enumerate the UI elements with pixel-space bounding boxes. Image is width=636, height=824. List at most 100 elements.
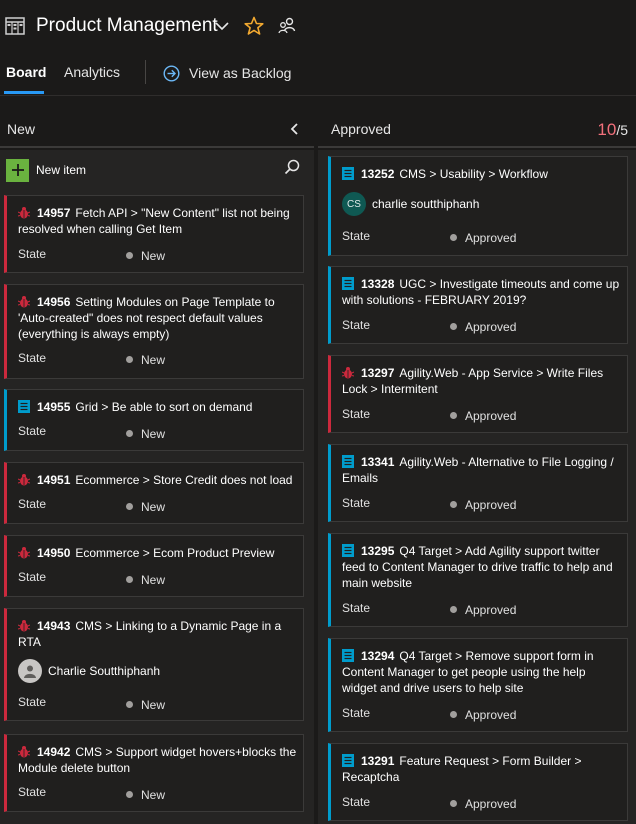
column-header-new: New: [0, 110, 314, 148]
card-title-text: Ecommerce > Store Credit does not load: [75, 473, 293, 487]
card-title[interactable]: 13341 Agility.Web - Alternative to File L…: [342, 454, 621, 486]
card-title[interactable]: 14957 Fetch API > "New Content" list not …: [18, 205, 297, 237]
card-id: 13328: [361, 277, 395, 291]
state-label: State: [18, 424, 47, 438]
task-icon: [342, 455, 354, 468]
state-dot: [126, 503, 133, 510]
task-icon: [18, 400, 30, 413]
card-title[interactable]: 13297 Agility.Web - App Service > Write F…: [342, 365, 621, 397]
work-item-card[interactable]: 14956 Setting Modules on Page Template to…: [4, 284, 304, 379]
view-as-backlog-button[interactable]: View as Backlog: [163, 62, 291, 84]
state-value[interactable]: New: [126, 788, 165, 802]
state-text: Approved: [465, 708, 517, 722]
star-icon[interactable]: [244, 16, 264, 36]
work-item-card[interactable]: 14957 Fetch API > "New Content" list not …: [4, 195, 304, 273]
state-value[interactable]: Approved: [450, 603, 516, 617]
page-header: Product Management: [0, 0, 636, 52]
work-item-card[interactable]: 14942 CMS > Support widget hovers+blocks …: [4, 734, 304, 812]
state-text: New: [141, 500, 166, 514]
card-title[interactable]: 13295 Q4 Target > Add Agility support twi…: [342, 543, 621, 591]
view-as-backlog-label: View as Backlog: [189, 65, 292, 81]
card-title[interactable]: 14951 Ecommerce > Store Credit does not l…: [18, 472, 297, 488]
work-item-card[interactable]: 13328 UGC > Investigate timeouts and come…: [328, 266, 628, 344]
work-item-card[interactable]: 13295 Q4 Target > Add Agility support twi…: [328, 533, 628, 627]
new-item-button[interactable]: New item: [6, 158, 86, 182]
card-assignee[interactable]: Charlie Soutthiphanh: [18, 659, 160, 683]
card-id: 14957: [37, 206, 71, 220]
work-item-card[interactable]: 14955 Grid > Be able to sort on demand St…: [4, 389, 304, 451]
work-item-card[interactable]: 14943 CMS > Linking to a Dynamic Page in …: [4, 608, 304, 721]
task-icon: [342, 649, 354, 662]
team-members-icon[interactable]: [277, 16, 297, 36]
state-text: Approved: [465, 320, 517, 334]
chevron-down-icon[interactable]: [214, 20, 230, 32]
card-title[interactable]: 13294 Q4 Target > Remove support form in …: [342, 648, 621, 696]
card-title[interactable]: 14956 Setting Modules on Page Template to…: [18, 294, 297, 342]
state-label: State: [342, 318, 371, 332]
plus-icon: [6, 158, 29, 182]
state-label: State: [18, 351, 47, 365]
card-id: 14943: [37, 619, 71, 633]
card-title[interactable]: 13291 Feature Request > Form Builder > Re…: [342, 753, 621, 785]
state-text: Approved: [465, 498, 517, 512]
active-tab-indicator: [4, 91, 44, 94]
state-value[interactable]: New: [126, 698, 165, 712]
state-text: New: [141, 698, 166, 712]
search-icon[interactable]: [284, 159, 300, 175]
arrow-circle-icon: [163, 64, 180, 82]
work-item-card[interactable]: 14951 Ecommerce > Store Credit does not l…: [4, 462, 304, 524]
bug-icon: [342, 367, 354, 379]
column-title-approved: Approved: [331, 121, 391, 137]
state-value[interactable]: New: [126, 573, 165, 587]
work-item-card[interactable]: 13291 Feature Request > Form Builder > Re…: [328, 743, 628, 821]
avatar: [18, 659, 42, 683]
state-dot: [450, 501, 457, 508]
chevron-left-icon[interactable]: [288, 122, 302, 136]
card-id: 14955: [37, 400, 71, 414]
tab-divider: [145, 60, 146, 84]
state-dot: [126, 430, 133, 437]
state-text: Approved: [465, 797, 517, 811]
card-title[interactable]: 14942 CMS > Support widget hovers+blocks …: [18, 744, 297, 776]
state-value[interactable]: New: [126, 500, 165, 514]
card-id: 13294: [361, 649, 395, 663]
card-title[interactable]: 14955 Grid > Be able to sort on demand: [18, 399, 297, 415]
state-text: New: [141, 573, 166, 587]
card-title[interactable]: 14950 Ecommerce > Ecom Product Preview: [18, 545, 297, 561]
card-title[interactable]: 14943 CMS > Linking to a Dynamic Page in …: [18, 618, 297, 650]
card-assignee[interactable]: CS charlie soutthiphanh: [342, 192, 479, 216]
state-text: New: [141, 249, 166, 263]
card-id: 13295: [361, 544, 395, 558]
tab-analytics[interactable]: Analytics: [64, 64, 120, 80]
wip-limit: /5: [616, 122, 628, 138]
tab-board[interactable]: Board: [6, 64, 46, 80]
board-icon: [5, 17, 25, 35]
state-value[interactable]: Approved: [450, 498, 516, 512]
state-value[interactable]: New: [126, 353, 165, 367]
wip-count: 10: [597, 120, 617, 139]
state-value[interactable]: Approved: [450, 320, 516, 334]
state-value[interactable]: Approved: [450, 231, 516, 245]
work-item-card[interactable]: 13341 Agility.Web - Alternative to File L…: [328, 444, 628, 522]
card-title[interactable]: 13252 CMS > Usability > Workflow: [342, 166, 621, 182]
card-title[interactable]: 13328 UGC > Investigate timeouts and come…: [342, 276, 621, 308]
work-item-card[interactable]: 14950 Ecommerce > Ecom Product Preview St…: [4, 535, 304, 597]
state-value[interactable]: Approved: [450, 708, 516, 722]
state-dot: [450, 711, 457, 718]
assignee-name: Charlie Soutthiphanh: [48, 664, 161, 678]
state-value[interactable]: Approved: [450, 797, 516, 811]
state-dot: [126, 356, 133, 363]
state-dot: [126, 252, 133, 259]
state-label: State: [18, 695, 47, 709]
state-value[interactable]: New: [126, 249, 165, 263]
tab-bar: Board Analytics View as Backlog: [0, 52, 636, 96]
work-item-card[interactable]: 13297 Agility.Web - App Service > Write F…: [328, 355, 628, 433]
card-id: 13341: [361, 455, 395, 469]
new-item-label: New item: [36, 163, 87, 177]
state-value[interactable]: Approved: [450, 409, 516, 423]
page-title[interactable]: Product Management: [36, 15, 218, 37]
work-item-card[interactable]: 13294 Q4 Target > Remove support form in …: [328, 638, 628, 732]
state-value[interactable]: New: [126, 427, 165, 441]
work-item-card[interactable]: 13252 CMS > Usability > Workflow CS charl…: [328, 156, 628, 256]
state-label: State: [342, 229, 371, 243]
